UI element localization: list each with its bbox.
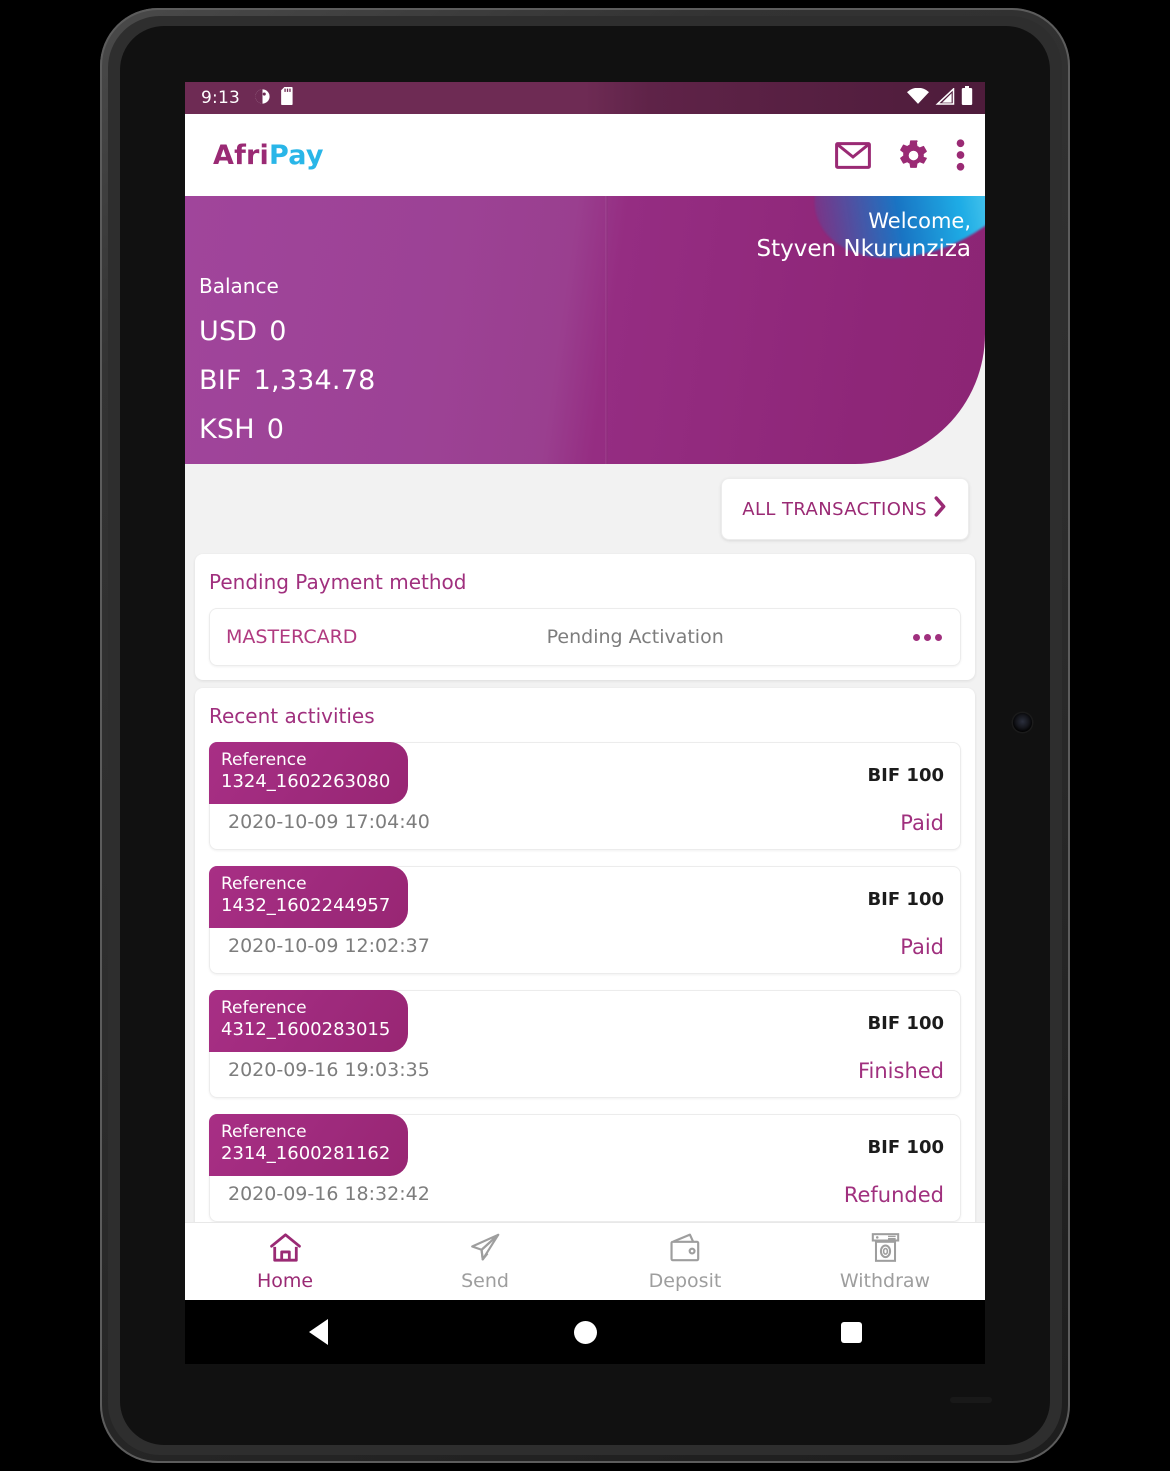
pending-payment-row[interactable]: MASTERCARD Pending Activation	[209, 608, 961, 666]
pending-payment-title: Pending Payment method	[209, 570, 467, 594]
balance-row-ksh: KSH 0	[199, 414, 375, 445]
activity-row[interactable]: Reference 1432_1602244957 BIF 100 2020-1…	[209, 866, 961, 974]
activity-status: Refunded	[843, 1183, 944, 1207]
activity-date: 2020-10-09 12:02:37	[228, 935, 430, 957]
recent-activities-title: Recent activities	[209, 704, 375, 728]
reference-value: 2314_1600281162	[221, 1143, 391, 1165]
dnd-icon	[254, 88, 271, 109]
balance-block: Balance USD 0 BIF 1,334.78 KSH 0	[199, 274, 375, 463]
activity-date: 2020-09-16 19:03:35	[228, 1059, 430, 1081]
reference-label: Reference	[221, 874, 307, 894]
all-transactions-button[interactable]: ALL TRANSACTIONS	[721, 478, 969, 540]
app-screen: 9:13 AfriPay Welcome, Styven Nkurunziza …	[185, 82, 985, 1300]
balance-card: Welcome, Styven Nkurunziza Balance USD 0 …	[185, 196, 985, 464]
app-logo-afri: Afri	[213, 139, 270, 171]
sd-card-icon	[281, 87, 296, 109]
reference-badge: Reference 2314_1600281162	[209, 1114, 409, 1176]
back-triangle-icon	[308, 1319, 328, 1345]
home-circle-icon	[573, 1320, 597, 1344]
bottom-navigation: Home Send Deposit Withdraw	[185, 1222, 985, 1300]
nav-label-home: Home	[256, 1269, 314, 1292]
nav-item-withdraw[interactable]: Withdraw	[785, 1223, 985, 1300]
balance-amount-ksh: 0	[266, 414, 285, 445]
activity-amount: BIF 100	[867, 889, 944, 910]
activity-status: Paid	[900, 935, 944, 959]
app-logo: AfriPay	[213, 140, 324, 171]
balance-currency-ksh: KSH	[199, 414, 255, 445]
activity-row[interactable]: Reference 1324_1602263080 BIF 100 2020-1…	[209, 742, 961, 850]
status-bar: 9:13	[185, 82, 985, 114]
reference-value: 1324_1602263080	[221, 771, 391, 793]
paper-plane-icon	[469, 1232, 502, 1267]
atm-cash-icon	[869, 1232, 902, 1267]
welcome-label: Welcome,	[868, 209, 971, 233]
wallet-icon	[669, 1232, 702, 1267]
activity-amount: BIF 100	[867, 765, 944, 786]
pending-payment-method: MASTERCARD	[226, 626, 358, 648]
activity-date: 2020-10-09 17:04:40	[228, 811, 430, 833]
activity-status: Paid	[900, 811, 944, 835]
balance-row-bif: BIF 1,334.78	[199, 365, 375, 396]
gear-icon[interactable]	[897, 139, 930, 172]
activity-amount: BIF 100	[867, 1013, 944, 1034]
app-bar: AfriPay	[185, 114, 985, 196]
app-bar-actions	[835, 139, 969, 172]
status-bar-right-icons	[907, 86, 973, 110]
reference-badge: Reference 4312_1600283015	[209, 990, 409, 1052]
status-bar-left-icons	[254, 87, 296, 109]
activity-row[interactable]: Reference 4312_1600283015 BIF 100 2020-0…	[209, 990, 961, 1098]
reference-badge: Reference 1432_1602244957	[209, 866, 409, 928]
balance-amount-usd: 0	[269, 316, 287, 347]
nav-label-send: Send	[461, 1269, 509, 1292]
reference-value: 4312_1600283015	[221, 1019, 391, 1041]
android-navigation-bar	[185, 1300, 985, 1364]
all-transactions-bar: ALL TRANSACTIONS	[185, 464, 985, 554]
balance-currency-bif: BIF	[199, 365, 242, 396]
wifi-icon	[907, 87, 929, 109]
front-camera-icon	[1013, 713, 1032, 732]
home-icon	[269, 1232, 302, 1267]
activity-amount: BIF 100	[867, 1137, 944, 1158]
nav-item-home[interactable]: Home	[185, 1223, 385, 1300]
more-horizontal-icon[interactable]	[912, 633, 942, 641]
balance-label: Balance	[199, 274, 279, 298]
balance-amount-bif: 1,334.78	[253, 365, 376, 396]
reference-label: Reference	[221, 1122, 307, 1142]
reference-label: Reference	[221, 750, 307, 770]
nav-label-withdraw: Withdraw	[839, 1269, 931, 1292]
recents-square-icon	[841, 1321, 863, 1343]
android-recents-button[interactable]	[718, 1321, 985, 1343]
android-home-button[interactable]	[452, 1320, 719, 1344]
nav-label-deposit: Deposit	[648, 1269, 722, 1292]
device-speaker-mark	[950, 1397, 992, 1403]
mail-icon[interactable]	[835, 141, 871, 169]
balance-row-usd: USD 0	[199, 316, 375, 347]
reference-value: 1432_1602244957	[221, 895, 391, 917]
overflow-menu-icon[interactable]	[956, 139, 965, 171]
balance-currency-usd: USD	[199, 316, 258, 347]
recent-activities-panel: Recent activities Reference 1324_1602263…	[195, 688, 975, 1238]
activity-date: 2020-09-16 18:32:42	[228, 1183, 430, 1205]
android-back-button[interactable]	[185, 1319, 452, 1345]
cellular-signal-icon	[935, 86, 955, 109]
welcome-block: Welcome, Styven Nkurunziza	[756, 208, 971, 264]
battery-icon	[961, 86, 973, 110]
activity-row[interactable]: Reference 2314_1600281162 BIF 100 2020-0…	[209, 1114, 961, 1222]
nav-item-deposit[interactable]: Deposit	[585, 1223, 785, 1300]
all-transactions-label: ALL TRANSACTIONS	[742, 498, 927, 520]
reference-badge: Reference 1324_1602263080	[209, 742, 409, 804]
nav-item-send[interactable]: Send	[385, 1223, 585, 1300]
status-bar-clock: 9:13	[201, 88, 240, 108]
app-logo-pay: Pay	[269, 139, 324, 171]
reference-label: Reference	[221, 998, 307, 1018]
activity-status: Finished	[857, 1059, 944, 1083]
user-name: Styven Nkurunziza	[756, 235, 971, 262]
pending-payment-status: Pending Activation	[546, 626, 724, 648]
pending-payment-panel: Pending Payment method MASTERCARD Pendin…	[195, 554, 975, 680]
chevron-right-icon	[931, 495, 950, 523]
